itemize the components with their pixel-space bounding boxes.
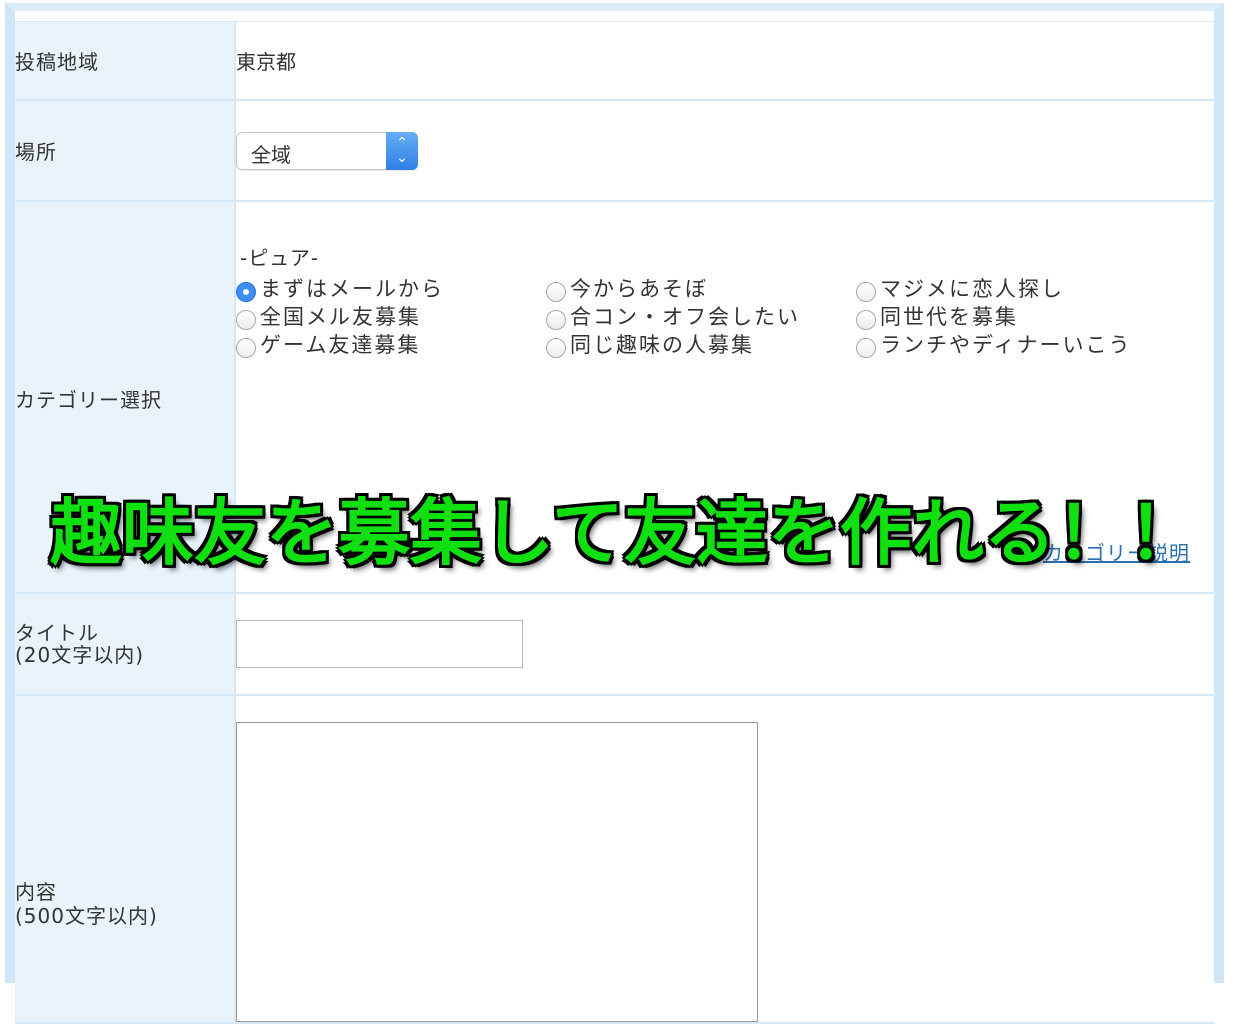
radio-label: ランチやディナーいこう [880, 333, 1132, 357]
radio-label: まずはメールから [260, 277, 444, 301]
content-cell [235, 695, 1214, 1024]
radio-button[interactable] [236, 338, 256, 358]
place-cell: 全域 ⌃ ⌄ [235, 100, 1214, 202]
radio-label: ゲーム友達募集 [260, 333, 421, 357]
region-label: 投稿地域 [15, 22, 236, 101]
radio-option[interactable]: 合コン・オフ会したい [546, 303, 856, 330]
radio-button[interactable] [546, 282, 566, 302]
category-group-title: -ピュア- [240, 246, 320, 270]
place-label: 場所 [15, 100, 236, 202]
content-label-limit: (500文字以内) [15, 904, 158, 928]
category-radio-grid: まずはメールから 今からあそぼ マジメに恋人探し 全国メル友募集 合コン・オフ会… [236, 275, 1214, 358]
row-content: 内容 (500文字以内) [15, 695, 1214, 1024]
radio-option[interactable]: 同じ趣味の人募集 [546, 331, 856, 358]
radio-button[interactable] [236, 310, 256, 330]
title-label-main: タイトル [15, 621, 99, 645]
row-place: 場所 全域 ⌃ ⌄ [15, 100, 1214, 202]
radio-button[interactable] [546, 338, 566, 358]
region-value: 東京都 [235, 22, 1214, 101]
place-select-value: 全域 [251, 142, 291, 167]
radio-label: マジメに恋人探し [880, 277, 1064, 301]
radio-option[interactable]: ゲーム友達募集 [236, 331, 546, 358]
title-cell [235, 593, 1214, 696]
radio-option[interactable]: 全国メル友募集 [236, 303, 546, 330]
radio-button[interactable] [546, 310, 566, 330]
row-title: タイトル (20文字以内) [15, 593, 1214, 696]
title-label: タイトル (20文字以内) [15, 593, 236, 696]
radio-button[interactable] [856, 310, 876, 330]
radio-option[interactable]: 今からあそぼ [546, 275, 856, 302]
content-label: 内容 (500文字以内) [15, 695, 236, 1024]
radio-label: 全国メル友募集 [260, 305, 421, 329]
radio-button[interactable] [856, 338, 876, 358]
radio-option[interactable]: マジメに恋人探し [856, 275, 1156, 302]
frame-top-strip [15, 11, 1214, 22]
radio-label: 同世代を募集 [880, 305, 1018, 329]
radio-button[interactable] [856, 282, 876, 302]
content-label-main: 内容 [15, 880, 57, 904]
row-region: 投稿地域 東京都 [15, 22, 1214, 101]
radio-label: 同じ趣味の人募集 [570, 333, 754, 357]
radio-label: 合コン・オフ会したい [570, 305, 800, 329]
content-textarea[interactable] [236, 722, 758, 1022]
title-label-limit: (20文字以内) [15, 643, 145, 667]
radio-button-selected[interactable] [236, 282, 256, 302]
radio-option[interactable]: ランチやディナーいこう [856, 331, 1156, 358]
select-arrows-icon[interactable]: ⌃ ⌄ [386, 131, 418, 170]
radio-label: 今からあそぼ [570, 277, 708, 301]
radio-option[interactable]: まずはメールから [236, 275, 546, 302]
place-select[interactable]: 全域 ⌃ ⌄ [236, 131, 418, 170]
title-input[interactable] [236, 620, 523, 668]
promo-caption: 趣味友を募集して友達を作れる！！ [50, 491, 1200, 575]
radio-option[interactable]: 同世代を募集 [856, 303, 1156, 330]
